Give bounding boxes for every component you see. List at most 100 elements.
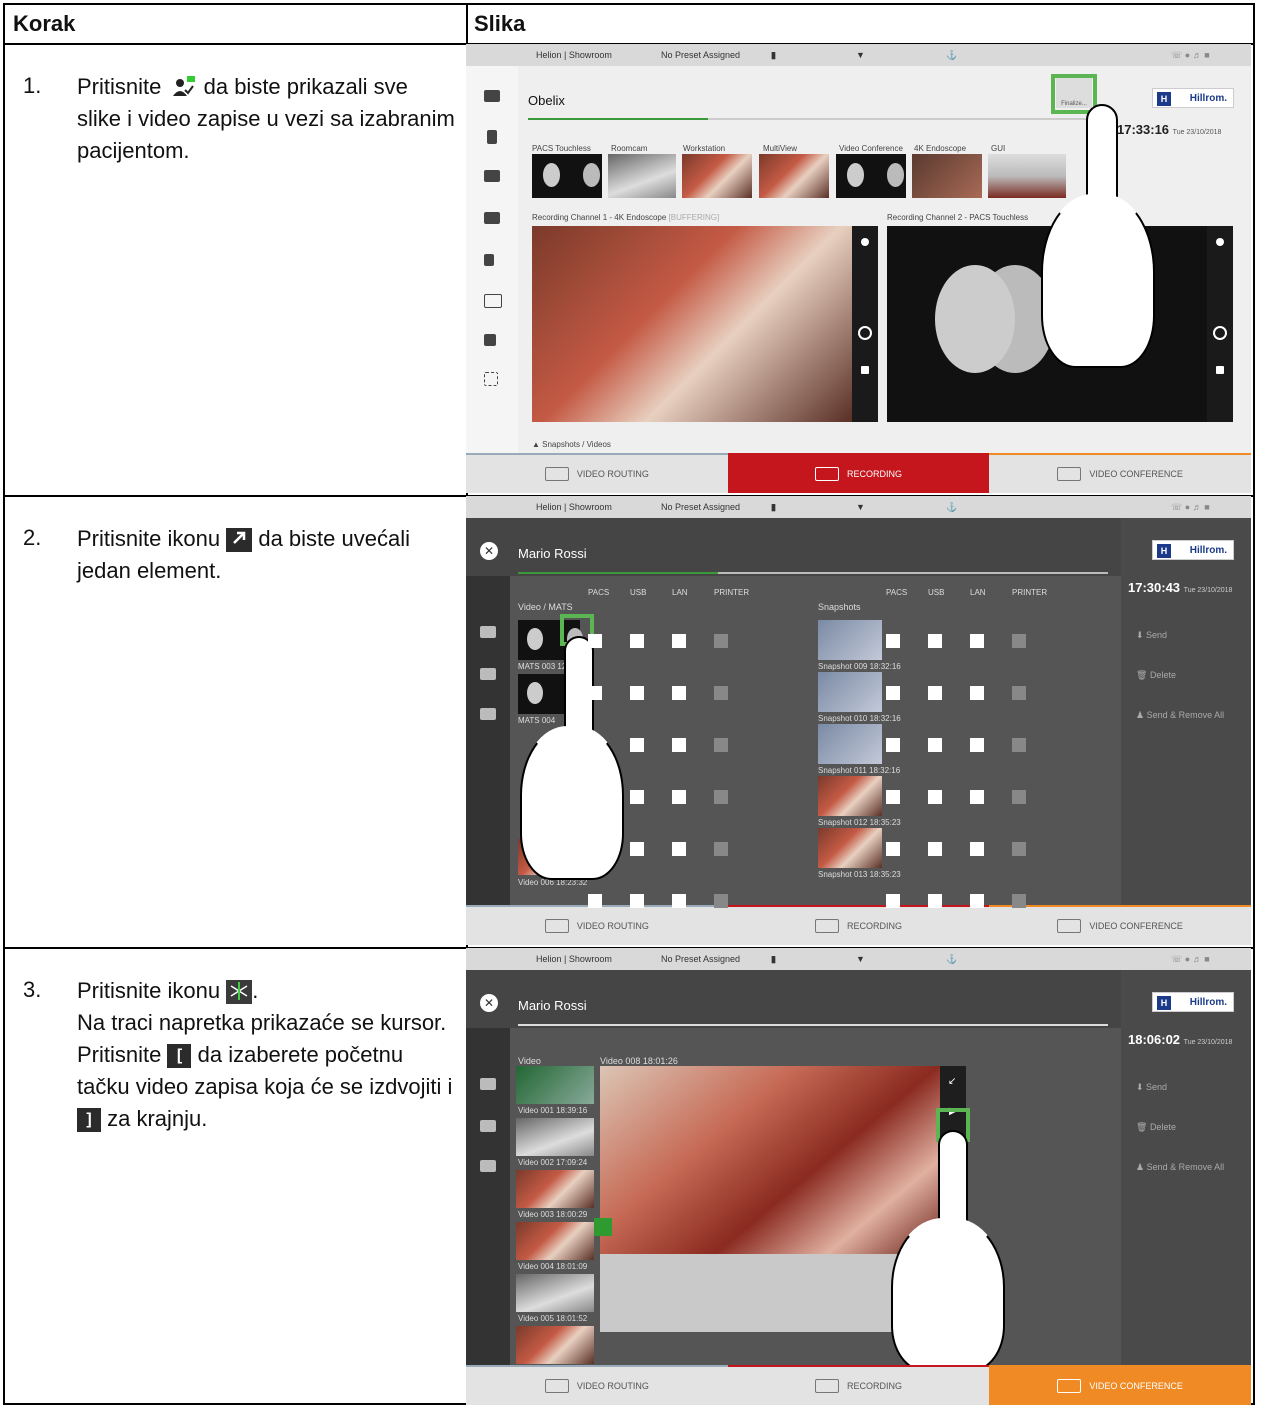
expand-icon[interactable]	[484, 372, 498, 386]
send-target-checkbox[interactable]	[588, 894, 602, 908]
timeline-cursor[interactable]	[594, 1218, 612, 1236]
send-target-checkbox[interactable]	[1012, 686, 1026, 700]
send-target-checkbox[interactable]	[1012, 894, 1026, 908]
send-target-checkbox[interactable]	[672, 738, 686, 752]
gallery-icon[interactable]	[480, 626, 496, 638]
record-icon[interactable]	[1213, 326, 1227, 340]
video-icon[interactable]	[480, 708, 496, 720]
snapshot-thumbnail[interactable]	[818, 724, 882, 764]
layers-icon[interactable]	[484, 170, 500, 182]
snapshot-thumbnail[interactable]	[818, 828, 882, 868]
control-icon[interactable]	[1216, 238, 1224, 246]
send-target-checkbox[interactable]	[714, 686, 728, 700]
send-target-checkbox[interactable]	[886, 842, 900, 856]
send-target-checkbox[interactable]	[886, 686, 900, 700]
send-target-checkbox[interactable]	[970, 790, 984, 804]
anchor-icon[interactable]: ⚓	[946, 954, 957, 965]
video-thumbnail[interactable]	[516, 1222, 594, 1260]
send-target-checkbox[interactable]	[714, 790, 728, 804]
send-button[interactable]: ⬇ Send	[1136, 1082, 1167, 1093]
source-thumbnail[interactable]	[759, 154, 829, 198]
send-target-checkbox[interactable]	[1012, 842, 1026, 856]
video-thumbnail[interactable]	[516, 1274, 594, 1312]
snapshots-toggle[interactable]: ▲ Snapshots / Videos	[532, 440, 611, 449]
send-target-checkbox[interactable]	[630, 790, 644, 804]
video-thumbnail[interactable]	[516, 1170, 594, 1208]
snapshot-thumbnail[interactable]	[818, 620, 882, 660]
delete-button[interactable]: 🗑 Delete	[1136, 670, 1176, 681]
send-target-checkbox[interactable]	[886, 634, 900, 648]
lock-icon[interactable]: ▮	[771, 954, 776, 965]
send-target-checkbox[interactable]	[630, 686, 644, 700]
screen-icon[interactable]	[484, 212, 500, 224]
send-target-checkbox[interactable]	[928, 842, 942, 856]
tab-recording[interactable]: RECORDING	[727, 453, 990, 493]
snapshot-icon[interactable]	[1216, 366, 1224, 374]
send-target-checkbox[interactable]	[672, 634, 686, 648]
send-target-checkbox[interactable]	[970, 842, 984, 856]
send-target-checkbox[interactable]	[588, 842, 602, 856]
checklist-icon[interactable]	[487, 130, 497, 144]
zoom-icon[interactable]: ↙	[948, 1076, 956, 1087]
tab-recording[interactable]: RECORDING	[727, 905, 990, 945]
snapshot-thumbnail[interactable]	[818, 776, 882, 816]
tab-video-routing[interactable]: VIDEO ROUTING	[466, 1365, 728, 1405]
send-target-checkbox[interactable]	[672, 790, 686, 804]
send-target-checkbox[interactable]	[672, 842, 686, 856]
send-target-checkbox[interactable]	[630, 634, 644, 648]
video-player[interactable]	[600, 1066, 940, 1254]
snapshot-thumbnail[interactable]	[818, 672, 882, 712]
source-thumbnail[interactable]	[608, 154, 676, 198]
send-target-checkbox[interactable]	[928, 790, 942, 804]
tab-recording[interactable]: RECORDING	[727, 1365, 990, 1405]
source-thumbnail[interactable]	[532, 154, 602, 198]
tab-video-routing[interactable]: VIDEO ROUTING	[466, 905, 728, 945]
send-remove-all-button[interactable]: ♟ Send & Remove All	[1136, 710, 1224, 721]
send-target-checkbox[interactable]	[1012, 790, 1026, 804]
close-icon[interactable]: ✕	[480, 542, 498, 560]
chevron-down-icon[interactable]: ▼	[856, 502, 865, 512]
send-target-checkbox[interactable]	[714, 738, 728, 752]
send-target-checkbox[interactable]	[630, 738, 644, 752]
chevron-down-icon[interactable]: ▼	[856, 50, 865, 60]
video-icon[interactable]	[480, 1160, 496, 1172]
patient-card-icon[interactable]	[484, 90, 500, 102]
record-icon[interactable]	[858, 326, 872, 340]
send-target-checkbox[interactable]	[928, 894, 942, 908]
send-target-checkbox[interactable]	[588, 634, 602, 648]
source-thumbnail[interactable]	[988, 154, 1066, 198]
tab-video-routing[interactable]: VIDEO ROUTING	[466, 453, 728, 493]
lock-icon[interactable]: ▮	[771, 50, 776, 61]
send-target-checkbox[interactable]	[588, 738, 602, 752]
send-target-checkbox[interactable]	[1012, 738, 1026, 752]
send-target-checkbox[interactable]	[630, 894, 644, 908]
tab-video-conference[interactable]: VIDEO CONFERENCE	[989, 453, 1251, 493]
send-target-checkbox[interactable]	[928, 686, 942, 700]
close-icon[interactable]: ✕	[480, 994, 498, 1012]
send-target-checkbox[interactable]	[970, 894, 984, 908]
source-thumbnail[interactable]	[912, 154, 982, 198]
send-target-checkbox[interactable]	[928, 738, 942, 752]
lamp-icon[interactable]	[484, 294, 502, 308]
control-icon[interactable]	[861, 238, 869, 246]
send-target-checkbox[interactable]	[672, 686, 686, 700]
send-target-checkbox[interactable]	[1012, 634, 1026, 648]
video-thumbnail[interactable]	[516, 1118, 594, 1156]
delete-button[interactable]: 🗑 Delete	[1136, 1122, 1176, 1133]
speaker-icon[interactable]	[484, 254, 494, 266]
table-icon[interactable]	[484, 334, 496, 346]
send-target-checkbox[interactable]	[630, 842, 644, 856]
send-target-checkbox[interactable]	[714, 634, 728, 648]
send-target-checkbox[interactable]	[886, 738, 900, 752]
send-target-checkbox[interactable]	[970, 738, 984, 752]
anchor-icon[interactable]: ⚓	[946, 50, 957, 61]
send-remove-all-button[interactable]: ♟ Send & Remove All	[1136, 1162, 1224, 1173]
source-thumbnail[interactable]	[836, 154, 906, 198]
send-target-checkbox[interactable]	[970, 686, 984, 700]
send-button[interactable]: ⬇ Send	[1136, 630, 1167, 641]
send-target-checkbox[interactable]	[886, 894, 900, 908]
chevron-down-icon[interactable]: ▼	[856, 954, 865, 964]
source-thumbnail[interactable]	[682, 154, 752, 198]
camera-icon[interactable]	[480, 668, 496, 680]
lock-icon[interactable]: ▮	[771, 502, 776, 513]
